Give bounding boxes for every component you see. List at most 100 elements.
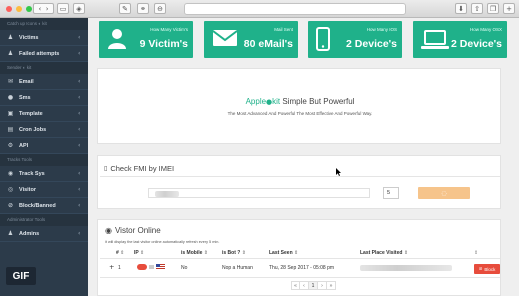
clock-icon: ▤ (7, 126, 14, 133)
flag-separator (149, 265, 154, 269)
chevron-left-icon: ‹ (78, 126, 81, 133)
sidebar-item-label: Admins (19, 230, 40, 237)
visitor-header: ◉ Vistor Online (105, 226, 161, 235)
sidebar-section-heading: Tracks Tools (0, 154, 88, 166)
share-button[interactable]: ⇧ (471, 3, 483, 14)
sidebar-item-email[interactable]: ✉ Email ‹ (0, 74, 88, 90)
stat-card-osx[interactable]: How Many OSX 2 Device's (413, 21, 507, 58)
sidebar-item-visitor[interactable]: ◎ Visitor ‹ (0, 182, 88, 198)
header-is-mobile: is Mobile ⇕ (181, 250, 208, 256)
pagination: « ‹ 1 › » (291, 281, 336, 290)
link-button[interactable]: ⚭ (137, 3, 149, 14)
hero-title: Apple●kit Simple But Powerful (98, 97, 502, 106)
browser-toolbar: ‹ › ▭ ◈ ✎ ⚭ ⊖ ⬇ ⇧ ❐ + (0, 0, 519, 18)
sort-icon[interactable]: ⇕ (294, 250, 298, 256)
header-num: # ⇕ (116, 250, 124, 256)
count-input[interactable]: 5 (383, 187, 399, 199)
sidebar-item-label: Victims (19, 34, 39, 41)
page-1-button[interactable]: 1 (309, 281, 318, 290)
maximize-window-button[interactable] (26, 5, 32, 12)
sidebar-item-sms[interactable]: ● Sms ‹ (0, 90, 88, 106)
last-place-blurred (360, 265, 452, 271)
address-bar[interactable] (184, 3, 406, 15)
chevron-left-icon: ‹ (78, 202, 81, 209)
back-icon[interactable]: ‹ (38, 5, 41, 13)
sidebar: Catch up Icons ◐ kit ♟ Victims ‹ ♟ Failed a… (0, 18, 88, 296)
mobile-icon: ▯ (104, 165, 108, 172)
row-number: 1 (118, 265, 121, 271)
new-tab-button[interactable]: + (503, 3, 515, 14)
chevron-left-icon: ‹ (78, 230, 81, 237)
divider (100, 277, 500, 278)
header-ip-label: IP (134, 250, 139, 256)
sort-icon[interactable]: ⇕ (204, 250, 208, 256)
expand-icon[interactable]: + (109, 263, 114, 271)
gif-badge: GIF (6, 267, 36, 285)
close-window-button[interactable] (6, 5, 12, 12)
hero-subtitle: The Most Advanced And Powerful The Most … (227, 111, 373, 116)
header-is-mobile-label: is Mobile (181, 250, 203, 256)
logo-apple-text: Apple (245, 97, 267, 106)
admins-icon: ♟ (7, 230, 14, 237)
sidebar-item-template[interactable]: ▣ Template ‹ (0, 106, 88, 122)
stat-card-victims[interactable]: How Many Victim's 9 Victim's (99, 21, 193, 58)
extension-button[interactable]: ✎ (119, 3, 131, 14)
map-marker-icon: ◉ (7, 170, 14, 177)
template-icon: ▣ (7, 110, 14, 117)
sidebar-section-heading: Catch up Icons ◐ kit (0, 18, 88, 30)
divider (100, 176, 500, 177)
first-page-button[interactable]: « (291, 281, 300, 290)
sidebar-item-victims[interactable]: ♟ Victims ‹ (0, 30, 88, 46)
minimize-window-button[interactable] (16, 5, 22, 12)
sort-icon[interactable]: ⇕ (140, 250, 144, 256)
chevron-left-icon: ‹ (78, 110, 81, 117)
header-is-bot: is Bot ? ⇕ (222, 250, 246, 256)
sort-icon[interactable]: ⇕ (120, 250, 124, 256)
prev-page-button[interactable]: ‹ (300, 281, 309, 290)
download-button[interactable]: ⬇ (455, 3, 467, 14)
header-last-seen-label: Last Seen (269, 250, 293, 256)
stat-card-ios[interactable]: How Many IOS 2 Device's (308, 21, 402, 58)
user-icon (108, 29, 126, 49)
sort-icon[interactable]: ⇕ (242, 250, 246, 256)
block-button[interactable]: ⊘ Block (474, 264, 500, 274)
sidebar-item-block-banned[interactable]: ⊘ Block/Banned ‹ (0, 198, 88, 214)
table-row[interactable]: + 1 No Nop a Human Thu, 28 Sep 2017 - 05… (98, 260, 502, 276)
sidebar-item-label: Failed attempts (19, 50, 60, 57)
sidebar-item-cron-jobs[interactable]: ▤ Cron Jobs ‹ (0, 122, 88, 138)
share-icon: ⇧ (474, 4, 480, 13)
ban-icon: ⊘ (478, 266, 483, 272)
last-page-button[interactable]: » (327, 281, 336, 290)
tabs-icon: ❐ (489, 4, 497, 13)
sidebar-toggle-button[interactable]: ▭ (57, 3, 69, 14)
shield-button[interactable]: ◈ (73, 3, 85, 14)
eye-icon: ◎ (7, 186, 14, 193)
sidebar-item-admins[interactable]: ♟ Admins ‹ (0, 226, 88, 242)
check-button[interactable]: ◌ (418, 187, 470, 199)
logo-kit-text: kit (272, 97, 281, 106)
user-times-icon: ♟ (7, 50, 14, 57)
plus-icon: + (506, 4, 512, 13)
next-page-button[interactable]: › (318, 281, 327, 290)
download-icon: ⬇ (458, 4, 464, 13)
is-mobile-value: No (181, 265, 188, 271)
stat-title: How Many Victim's (150, 27, 188, 32)
chevron-left-icon: ‹ (78, 50, 81, 57)
header-ip: IP ⇕ (134, 250, 144, 256)
sidebar-item-api[interactable]: ⚙ API ‹ (0, 138, 88, 154)
sidebar-item-failed-attempts[interactable]: ♟ Failed attempts ‹ (0, 46, 88, 62)
adblock-button[interactable]: ⊖ (154, 3, 166, 14)
forward-icon[interactable]: › (46, 5, 49, 13)
imei-input[interactable] (148, 188, 370, 198)
sidebar-icon: ▭ (59, 4, 67, 13)
blurred-value (155, 191, 179, 197)
sort-icon[interactable]: ⇕ (404, 250, 408, 256)
sidebar-item-track-sys[interactable]: ◉ Track Sys ‹ (0, 166, 88, 182)
chevron-left-icon: ‹ (78, 94, 81, 101)
sort-icon[interactable]: ⇕ (474, 250, 478, 256)
users-icon: ♟ (7, 34, 14, 41)
envelope-icon (212, 30, 238, 46)
back-forward-buttons[interactable]: ‹ › (33, 3, 54, 14)
stat-card-mail-sent[interactable]: Mail Sent 80 eMail's (204, 21, 298, 58)
tabs-button[interactable]: ❐ (487, 3, 499, 14)
